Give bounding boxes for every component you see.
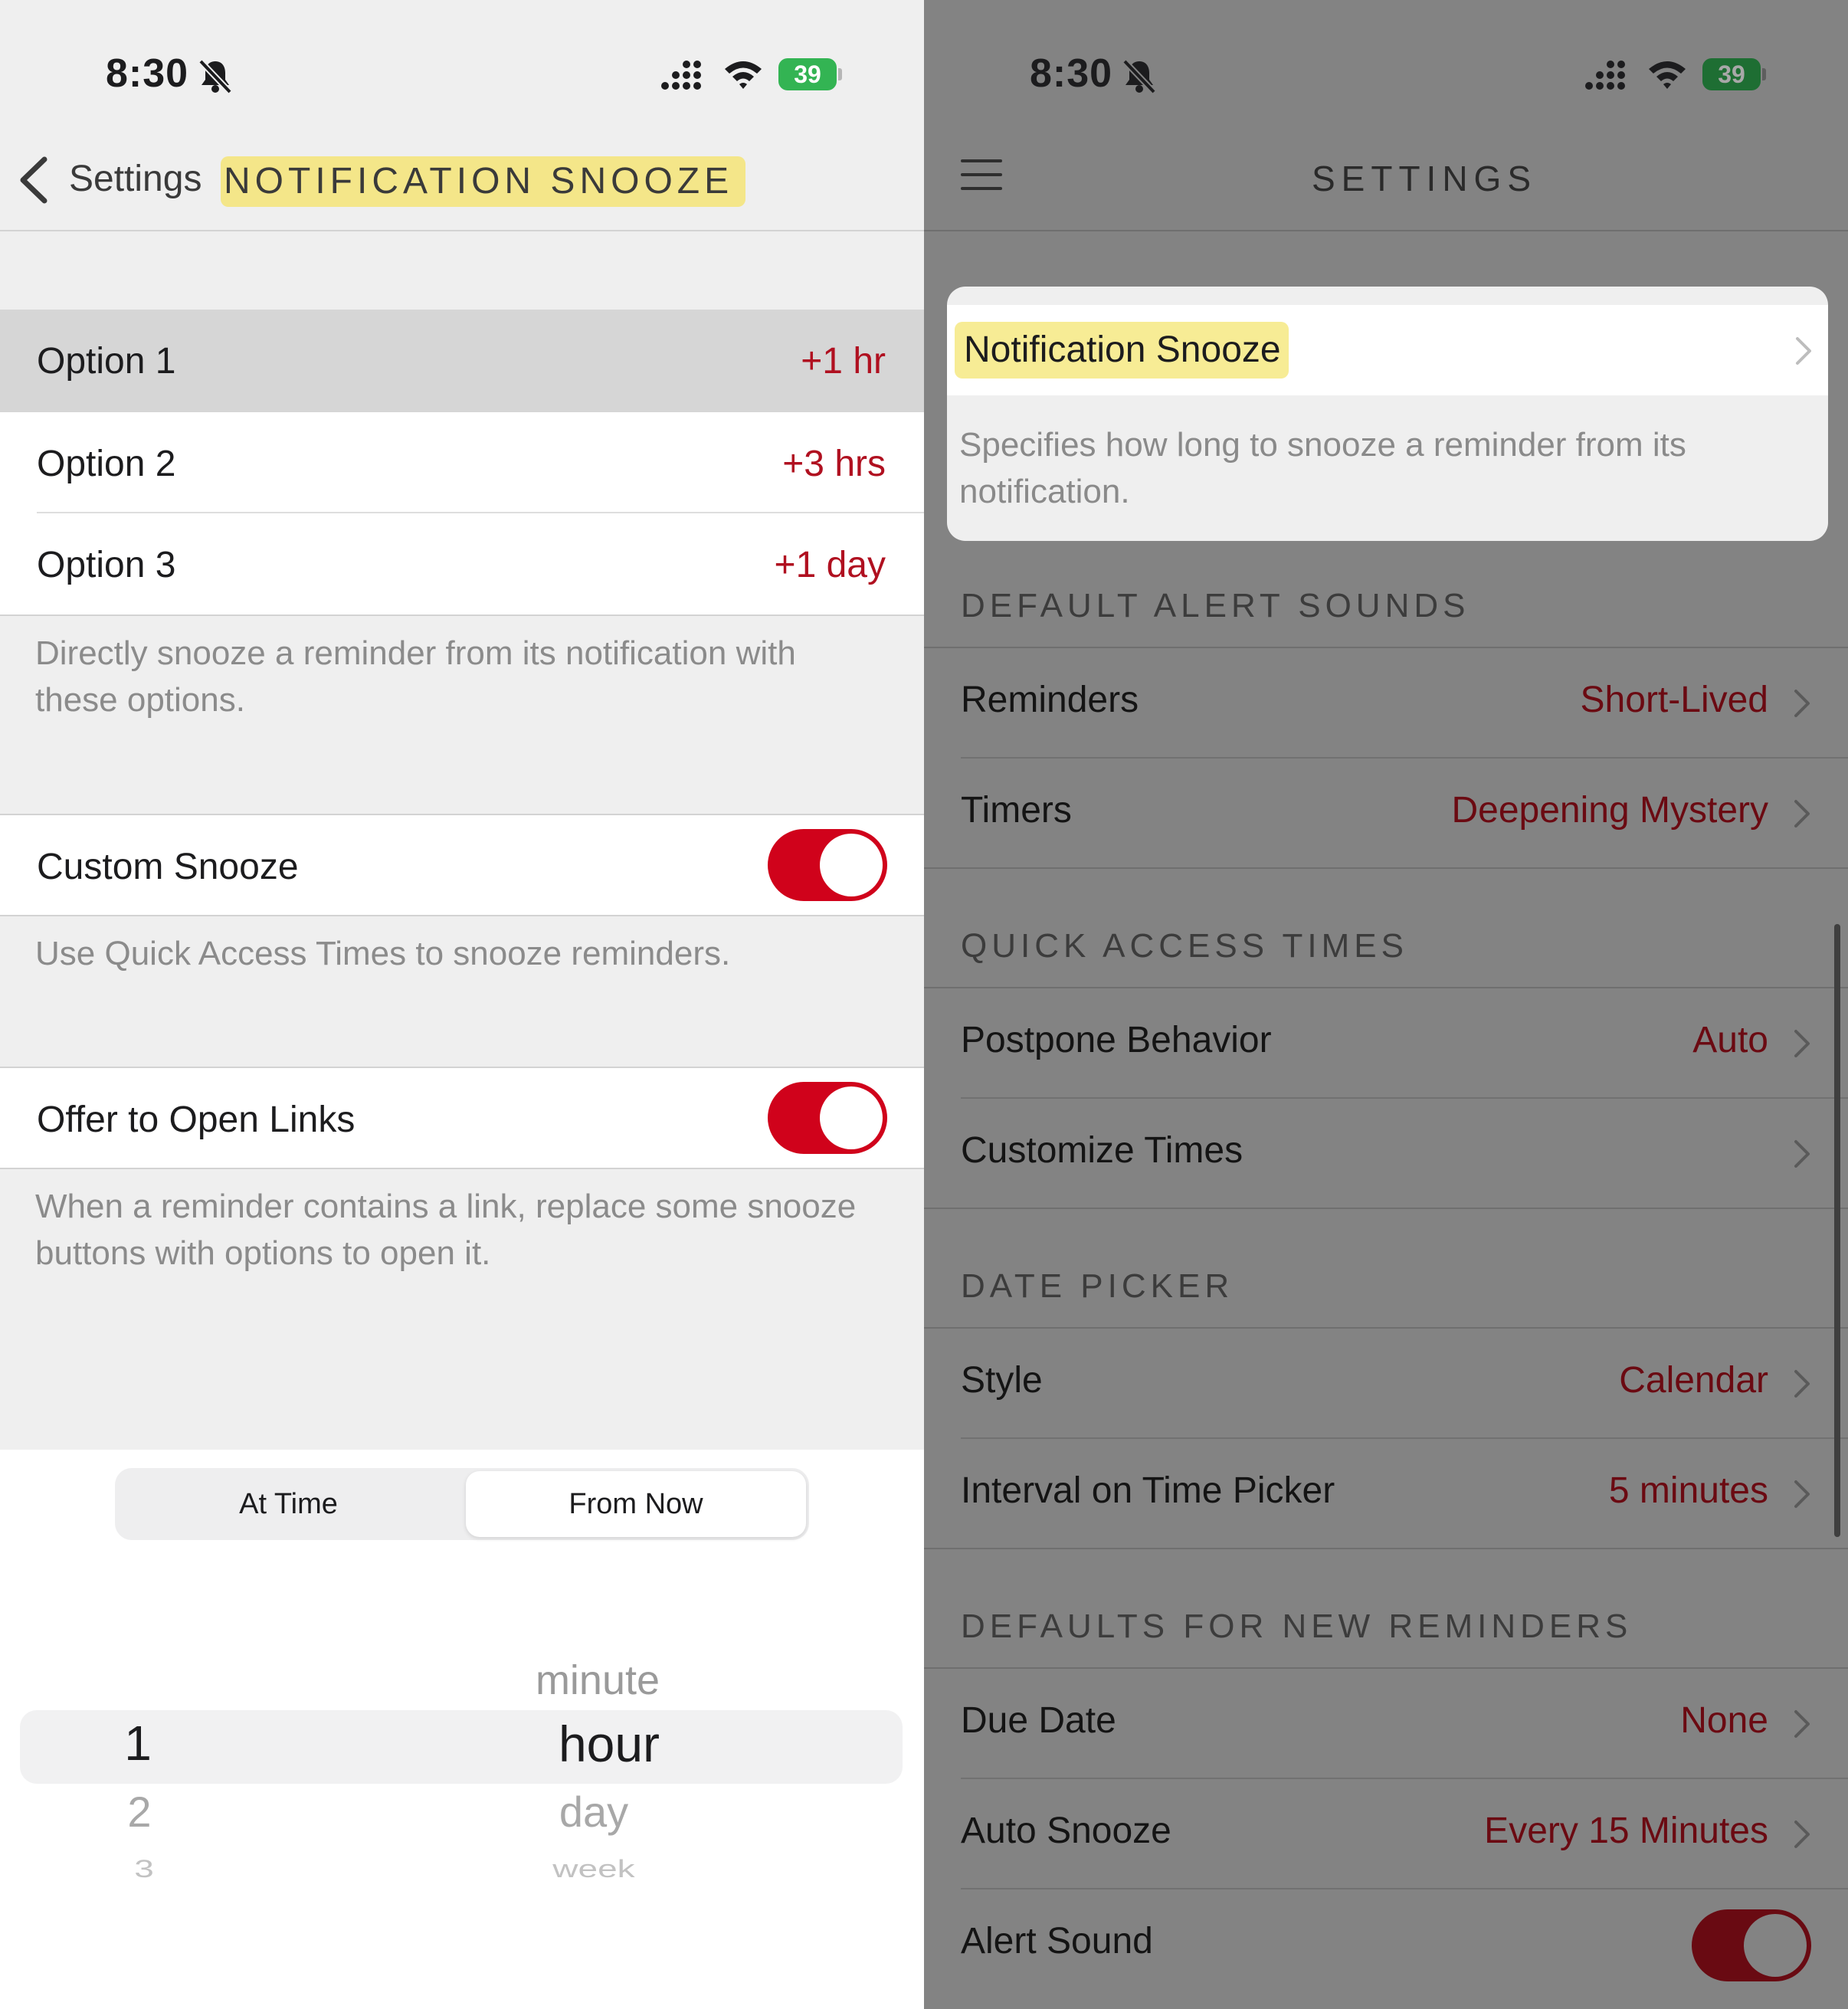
custom-snooze-label: Custom Snooze [37, 847, 299, 887]
chevron-right-icon [1794, 1821, 1810, 1848]
section-header-alert-sounds: DEFAULT ALERT SOUNDS [961, 587, 1470, 624]
option-row-3[interactable]: Option 3 +1 day [0, 513, 924, 614]
bell-slash-icon [1122, 59, 1156, 94]
chevron-right-icon [1794, 690, 1810, 717]
settings-row-reminders[interactable]: Reminders Short-Lived [924, 648, 1848, 759]
notification-snooze-card: Notification Snooze Specifies how long t… [947, 287, 1828, 541]
battery-icon: 39 [778, 58, 843, 90]
battery-level: 39 [1702, 58, 1761, 90]
row-value: Short-Lived [1580, 680, 1768, 720]
option-value: +1 day [774, 545, 886, 585]
row-label: Customize Times [961, 1130, 1243, 1171]
open-links-row: Offer to Open Links [0, 1068, 924, 1168]
row-label: Timers [961, 790, 1072, 831]
open-links-label: Offer to Open Links [37, 1100, 356, 1140]
wifi-icon [725, 61, 762, 89]
notification-snooze-label: Notification Snooze [955, 322, 1289, 379]
settings-row-customize-times[interactable]: Customize Times [924, 1099, 1848, 1209]
row-label: Style [961, 1360, 1043, 1401]
unit-selected[interactable]: hour [521, 1715, 697, 1773]
status-time: 8:30 [1030, 51, 1113, 96]
bell-slash-icon [198, 59, 232, 94]
wifi-icon [1649, 61, 1686, 89]
settings-row-due-date[interactable]: Due Date None [924, 1669, 1848, 1779]
alert-sound-toggle[interactable] [1692, 1909, 1811, 1981]
open-links-footer: When a reminder contains a link, replace… [35, 1188, 857, 1272]
row-value: None [1680, 1700, 1768, 1741]
row-label: Postpone Behavior [961, 1020, 1272, 1060]
back-button[interactable]: Settings [69, 158, 202, 200]
section-header-defaults: DEFAULTS FOR NEW REMINDERS [961, 1608, 1633, 1645]
settings-row-postpone-behavior[interactable]: Postpone Behavior Auto [924, 988, 1848, 1099]
notification-snooze-footer: Specifies how long to snooze a reminder … [959, 426, 1686, 510]
page-title: SETTINGS [1311, 159, 1538, 198]
chevron-right-icon [1794, 1710, 1810, 1738]
status-bar: 8:30 39 [0, 0, 924, 146]
row-label: Alert Sound [961, 1921, 1153, 1961]
notification-snooze-row[interactable]: Notification Snooze [947, 305, 1828, 395]
number-option[interactable]: 3 [113, 1854, 175, 1883]
cellular-signal-icon [1585, 61, 1625, 90]
row-value: Every 15 Minutes [1484, 1811, 1768, 1851]
segment-from-now[interactable]: From Now [466, 1471, 806, 1537]
duration-picker: At Time From Now minute 1 hour 2 day 3 w… [0, 1450, 924, 2009]
unit-option[interactable]: day [521, 1787, 667, 1837]
notification-snooze-screen: 8:30 39 Settings NOTIFICATION SNOOZE Opt… [0, 0, 924, 2009]
options-footer: Directly snooze a reminder from its noti… [35, 634, 796, 719]
cellular-signal-icon [661, 61, 701, 90]
option-row-2[interactable]: Option 2 +3 hrs [0, 412, 924, 513]
row-value: 5 minutes [1608, 1470, 1768, 1511]
settings-row-auto-snooze[interactable]: Auto Snooze Every 15 Minutes [924, 1779, 1848, 1889]
row-label: Auto Snooze [961, 1811, 1171, 1851]
chevron-right-icon [1796, 337, 1811, 365]
option-row-1[interactable]: Option 1 +1 hr [0, 310, 924, 412]
option-value: +3 hrs [782, 444, 886, 484]
option-label: Option 2 [37, 444, 176, 484]
status-bar: 8:30 39 [924, 0, 1848, 146]
chevron-right-icon [1794, 1480, 1810, 1508]
row-label: Interval on Time Picker [961, 1470, 1335, 1511]
battery-icon: 39 [1702, 58, 1767, 90]
settings-row-style[interactable]: Style Calendar [924, 1329, 1848, 1439]
settings-screen-dimmed: 8:30 39 SETTINGS Notification Snooze Spe… [924, 0, 1848, 2009]
row-value: Calendar [1619, 1360, 1768, 1401]
row-value: Deepening Mystery [1451, 790, 1768, 831]
option-label: Option 3 [37, 545, 176, 585]
settings-row-timers[interactable]: Timers Deepening Mystery [924, 759, 1848, 869]
option-label: Option 1 [37, 341, 176, 382]
mode-segmented-control: At Time From Now [115, 1468, 809, 1540]
segment-at-time[interactable]: At Time [115, 1468, 462, 1540]
chevron-right-icon [1794, 1370, 1810, 1398]
nav-divider [0, 230, 924, 231]
chevron-right-icon [1794, 1140, 1810, 1168]
open-links-toggle[interactable] [768, 1082, 887, 1154]
chevron-left-icon[interactable] [15, 153, 52, 207]
row-value: Auto [1692, 1020, 1768, 1060]
section-header-quick-access: QUICK ACCESS TIMES [961, 927, 1408, 965]
custom-snooze-row: Custom Snooze [0, 815, 924, 915]
status-time: 8:30 [106, 51, 189, 96]
page-title: NOTIFICATION SNOOZE [221, 156, 746, 207]
row-label: Reminders [961, 680, 1139, 720]
chevron-right-icon [1794, 1030, 1810, 1057]
unit-above: minute [535, 1657, 660, 1703]
number-selected[interactable]: 1 [107, 1715, 169, 1771]
custom-snooze-toggle[interactable] [768, 829, 887, 901]
section-header-date-picker: DATE PICKER [961, 1267, 1234, 1305]
option-value: +1 hr [801, 341, 886, 382]
chevron-right-icon [1794, 800, 1810, 828]
number-option[interactable]: 2 [109, 1787, 170, 1837]
settings-row-alert-sound: Alert Sound [924, 1889, 1848, 2000]
settings-row-interval[interactable]: Interval on Time Picker 5 minutes [924, 1439, 1848, 1549]
custom-snooze-footer: Use Quick Access Times to snooze reminde… [35, 935, 731, 972]
unit-option[interactable]: week [521, 1854, 667, 1883]
row-label: Due Date [961, 1700, 1116, 1741]
scrollbar[interactable] [1834, 924, 1840, 1537]
battery-level: 39 [778, 58, 837, 90]
